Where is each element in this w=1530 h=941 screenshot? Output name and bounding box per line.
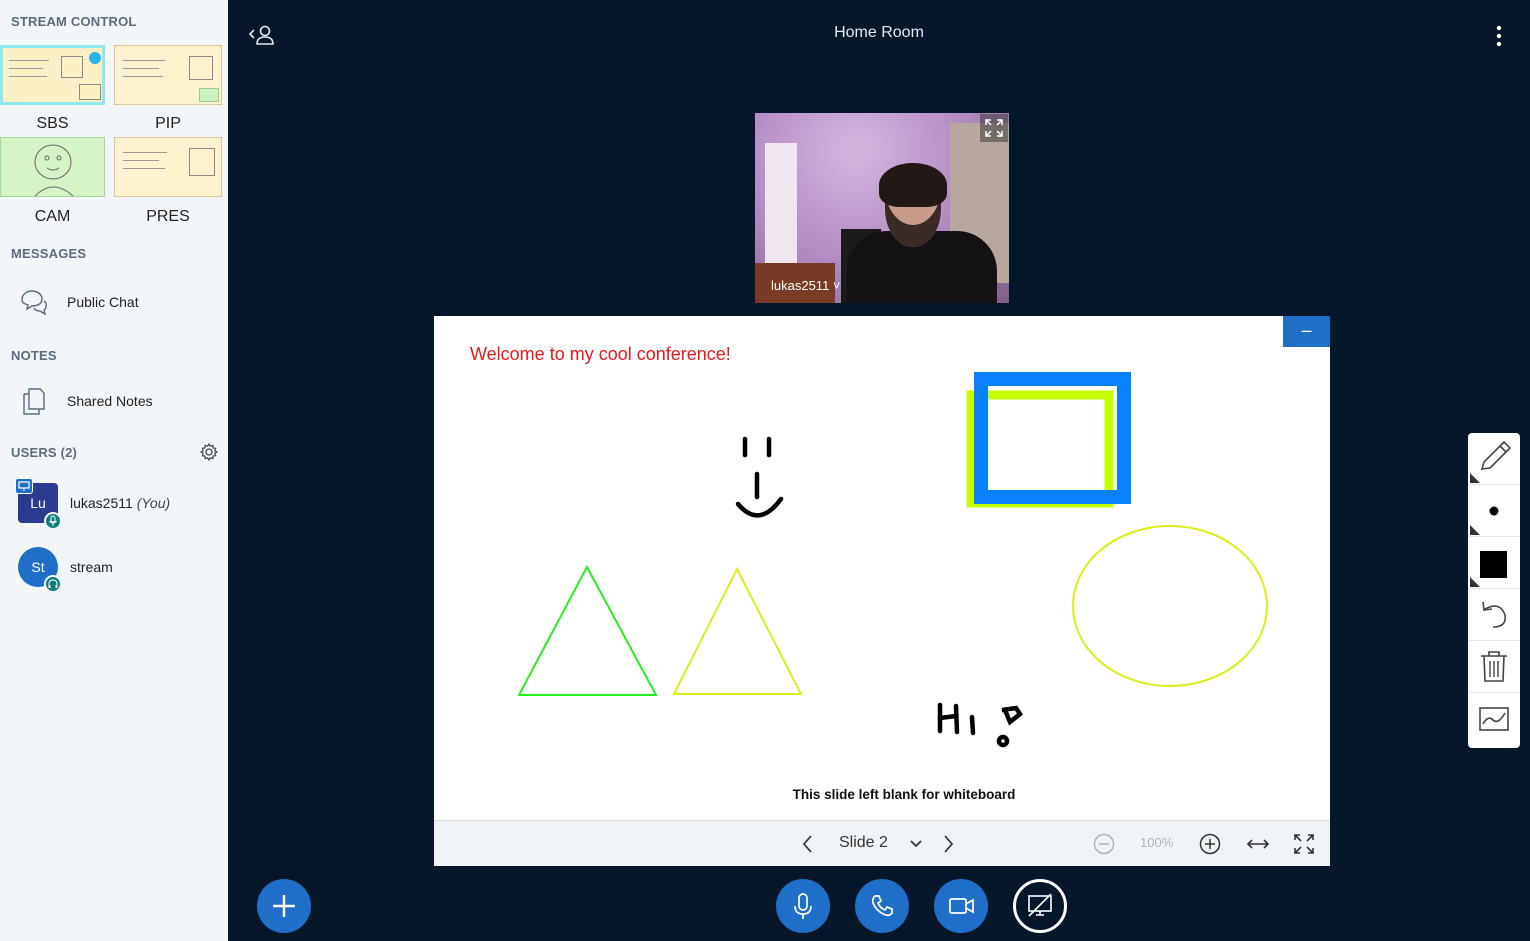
layout-pip-label[interactable]: PIP xyxy=(114,115,222,133)
layout-cam-label[interactable]: CAM xyxy=(0,208,105,226)
chevron-down-icon[interactable] xyxy=(908,837,924,851)
pencil-tool-button[interactable] xyxy=(1468,433,1520,485)
whiteboard[interactable]: Welcome to my cool conference! This slid… xyxy=(434,316,1330,820)
presenter-icon xyxy=(15,478,33,494)
fit-to-width-icon[interactable] xyxy=(1245,834,1271,854)
room-title: Home Room xyxy=(834,24,924,41)
audio-button[interactable] xyxy=(855,879,909,933)
notes-icon xyxy=(23,388,45,415)
shared-notes-label: Shared Notes xyxy=(67,393,153,409)
video-camera-icon xyxy=(949,898,974,914)
user-name: stream xyxy=(70,559,113,575)
zoom-in-icon[interactable] xyxy=(1198,832,1222,856)
clear-all-button[interactable] xyxy=(1468,641,1520,693)
sketch-face-icon xyxy=(34,144,74,197)
whiteboard-toolbar xyxy=(1468,433,1520,748)
color-tool-button[interactable] xyxy=(1468,537,1520,589)
layout-sbs-thumb[interactable] xyxy=(0,45,105,105)
plus-icon xyxy=(273,895,295,917)
gear-icon[interactable] xyxy=(200,443,218,461)
layout-pres-label[interactable]: PRES xyxy=(114,208,222,226)
notes-title: NOTES xyxy=(11,348,57,363)
you-label: (You) xyxy=(136,495,171,511)
previous-slide-icon[interactable] xyxy=(800,833,816,855)
trash-icon xyxy=(1481,651,1507,682)
screen-share-icon xyxy=(1028,893,1052,917)
user-name: lukas2511 xyxy=(70,495,133,511)
microphone-icon xyxy=(794,893,812,919)
camera-button[interactable] xyxy=(934,879,988,933)
webcam-video[interactable]: lukas2511 ˅ xyxy=(755,113,1009,303)
screen-share-button[interactable] xyxy=(1013,879,1067,933)
welcome-text: Welcome to my cool conference! xyxy=(470,344,731,364)
actions-button[interactable] xyxy=(257,879,311,933)
color-square-icon xyxy=(1470,551,1507,587)
undo-button[interactable] xyxy=(1468,589,1520,641)
webcam-username[interactable]: lukas2511 ˅ xyxy=(771,278,841,293)
multi-user-icon xyxy=(1479,707,1509,731)
zoom-level: 100% xyxy=(1140,835,1174,850)
stream-control-title: STREAM CONTROL xyxy=(11,14,137,29)
listen-only-icon xyxy=(44,575,62,593)
microphone-status-icon xyxy=(44,512,62,530)
undo-icon xyxy=(1482,601,1507,628)
presentation-toolbar: Slide 2 100% xyxy=(434,820,1330,866)
phone-icon xyxy=(871,895,893,917)
public-chat-item[interactable]: Public Chat xyxy=(0,280,228,324)
next-slide-icon[interactable] xyxy=(940,833,956,855)
public-chat-label: Public Chat xyxy=(67,294,139,310)
layout-cam-thumb[interactable] xyxy=(0,137,105,197)
options-menu-icon[interactable] xyxy=(1492,24,1506,48)
messages-title: MESSAGES xyxy=(11,246,87,261)
lime-rectangle xyxy=(966,390,1114,508)
slide-footer-text: This slide left blank for whiteboard xyxy=(793,787,1016,802)
fullscreen-icon[interactable] xyxy=(980,114,1008,142)
users-title: USERS (2) xyxy=(11,445,78,460)
layout-pip-thumb[interactable] xyxy=(114,45,222,105)
smiley-drawing xyxy=(735,436,784,518)
minimize-presentation-button[interactable]: – xyxy=(1283,316,1330,347)
yellow-ellipse xyxy=(1072,525,1268,687)
layout-sbs-label[interactable]: SBS xyxy=(0,115,105,133)
pencil-icon xyxy=(1470,440,1512,483)
thickness-dot-icon xyxy=(1470,506,1499,535)
user-row-lukas2511[interactable]: Lu lukas2511 (You) xyxy=(0,477,228,533)
thickness-tool-button[interactable] xyxy=(1468,485,1520,537)
hi-drawing xyxy=(937,702,1024,748)
slide-selector[interactable]: Slide 2 xyxy=(839,834,888,852)
yellow-triangle xyxy=(672,566,803,695)
layout-pres-thumb[interactable] xyxy=(114,137,222,197)
chat-icon xyxy=(21,290,47,316)
shared-notes-item[interactable]: Shared Notes xyxy=(0,379,228,423)
fullscreen-icon[interactable] xyxy=(1292,832,1316,856)
microphone-button[interactable] xyxy=(776,879,830,933)
green-triangle xyxy=(517,564,658,696)
sidebar: STREAM CONTROL SBS PIP CAM PRES MESSAGES… xyxy=(0,0,228,941)
multi-user-whiteboard-button[interactable] xyxy=(1468,693,1520,745)
zoom-out-icon[interactable] xyxy=(1092,832,1116,856)
user-row-stream[interactable]: St stream xyxy=(0,541,228,597)
